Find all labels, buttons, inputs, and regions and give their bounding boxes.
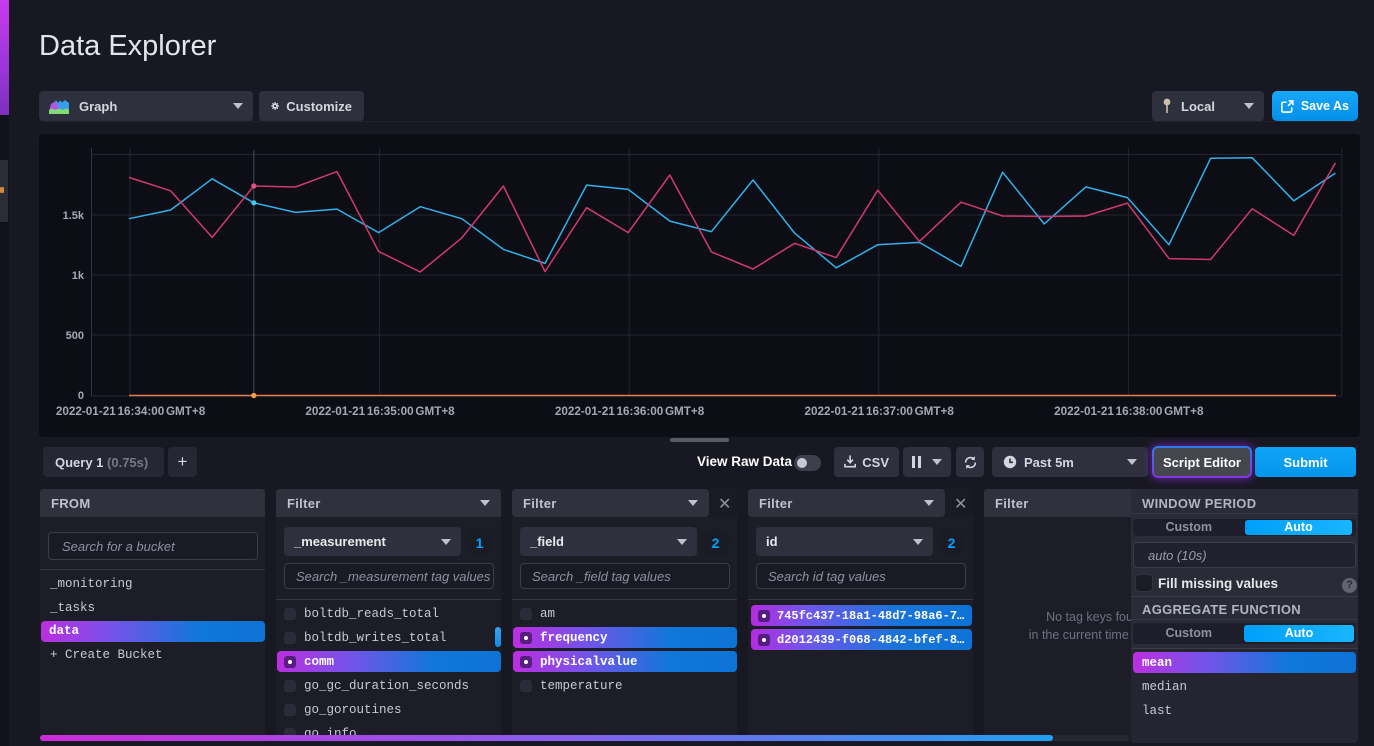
svg-text:500: 500 <box>66 330 84 342</box>
svg-text:2022-01-21 16:34:00 GMT+8: 2022-01-21 16:34:00 GMT+8 <box>56 405 206 418</box>
svg-text:1.5k: 1.5k <box>63 210 85 222</box>
svg-text:2022-01-21 16:35:00 GMT+8: 2022-01-21 16:35:00 GMT+8 <box>305 405 455 418</box>
svg-text:2022-01-21 16:36:00 GMT+8: 2022-01-21 16:36:00 GMT+8 <box>555 405 705 418</box>
svg-text:2022-01-21 16:37:00 GMT+8: 2022-01-21 16:37:00 GMT+8 <box>805 405 955 418</box>
svg-text:1k: 1k <box>72 270 85 282</box>
svg-text:2022-01-21 16:38:00 GMT+8: 2022-01-21 16:38:00 GMT+8 <box>1054 405 1204 418</box>
svg-text:0: 0 <box>78 390 84 402</box>
